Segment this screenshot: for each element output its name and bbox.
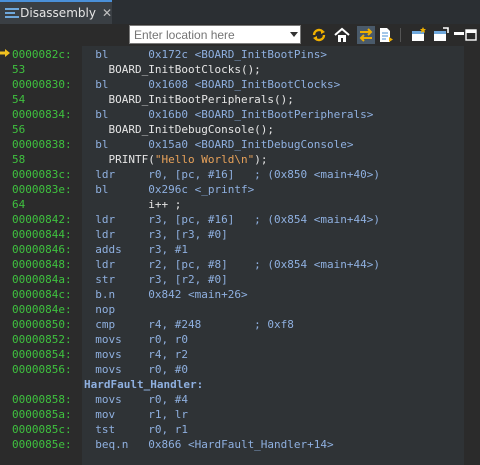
disassembly-view[interactable]: 0000082c: bl 0x172c <BOARD_InitBootPins>… [0,46,480,465]
instruction-line: adds r3, #1 [82,243,188,256]
source-line: BOARD_InitDebugConsole(); [82,123,275,136]
maximize-icon[interactable] [465,26,477,44]
vertical-scrollbar[interactable] [466,46,480,465]
tab-label: Disassembly [20,6,96,20]
instruction-address: 00000844: [12,228,72,241]
refresh-icon[interactable] [310,26,328,44]
instruction-line: cmp r4, #248 ; 0xf8 [82,318,294,331]
instruction-address: 00000830: [12,78,72,91]
instruction-address: 00000850: [12,318,72,331]
source-text: ); [254,153,268,166]
show-source-icon[interactable] [377,26,395,44]
instruction-line: ldr r3, [pc, #16] ; (0x854 <main+44>) [82,213,381,226]
instruction-address: 0000084a: [12,273,72,286]
tab-bar: Disassembly ✕ [0,0,480,24]
source-line: PRINTF("Hello World\n"); [82,152,267,167]
source-line-number: 53 [12,63,26,76]
instruction-line: bl 0x16b0 <BOARD_InitBootPeripherals> [82,108,374,121]
source-text: PRINTF( [82,153,155,166]
instruction-line: str r3, [r2, #0] [82,273,228,286]
instruction-line: mov r1, lr [82,408,188,421]
toolbar-separator [400,28,401,42]
instruction-address: 0000082c: [12,48,72,61]
instruction-address: 0000084e: [12,303,72,316]
instruction-line: bl 0x1608 <BOARD_InitBootClocks> [82,78,341,91]
instruction-address: 0000085c: [12,423,72,436]
instruction-line: movs r4, r2 [82,348,188,361]
instruction-address: 0000085e: [12,438,72,451]
instruction-address: 00000834: [12,108,72,121]
instruction-line: bl 0x296c <_printf> [82,183,255,196]
program-counter-arrow-icon [0,49,10,57]
toolbar [0,24,480,46]
chevron-down-icon[interactable] [290,32,298,37]
open-new-view-icon[interactable] [410,26,428,44]
minimize-icon[interactable] [453,26,465,44]
function-label: HardFault_Handler: [84,378,204,391]
instruction-address: 00000852: [12,333,72,346]
source-line: BOARD_InitBootClocks(); [82,63,261,76]
instruction-line: movs r0, #0 [82,363,188,376]
instruction-line: bl 0x15a0 <BOARD_InitDebugConsole> [82,138,354,151]
instruction-address: 0000084c: [12,288,72,301]
source-line-number: 64 [12,198,26,211]
instruction-address: 00000858: [12,393,72,406]
source-line-number: 56 [12,123,26,136]
location-input[interactable] [129,25,301,44]
instruction-line: ldr r3, [r3, #0] [82,228,228,241]
instruction-line: bl 0x172c <BOARD_InitBootPins> [82,48,328,61]
pin-icon[interactable] [432,26,450,44]
instruction-line: nop [82,303,116,316]
source-line-number: 58 [12,153,26,166]
instruction-address: 00000848: [12,258,72,271]
home-icon[interactable] [333,26,351,44]
disassembly-icon [5,7,19,19]
string-literal: "Hello World\n" [154,153,255,166]
instruction-address: 0000083e: [12,183,72,196]
instruction-address: 00000846: [12,243,72,256]
instruction-line: movs r0, r0 [82,333,188,346]
instruction-line: ldr r0, [pc, #16] ; (0x850 <main+40>) [82,168,381,181]
instruction-line: beq.n 0x866 <HardFault_Handler+14> [82,438,334,451]
source-line: i++ ; [82,198,182,211]
link-with-editor-icon[interactable] [357,26,375,44]
instruction-address: 00000854: [12,348,72,361]
instruction-address: 00000842: [12,213,72,226]
source-line-number: 54 [12,93,26,106]
instruction-line: tst r0, r1 [82,423,188,436]
instruction-address: 00000856: [12,363,72,376]
instruction-address: 0000083c: [12,168,72,181]
instruction-line: b.n 0x842 <main+26> [82,288,248,301]
instruction-address: 0000085a: [12,408,72,421]
tab-disassembly[interactable]: Disassembly ✕ [0,0,112,24]
close-icon[interactable]: ✕ [102,7,112,19]
source-line: BOARD_InitBootPeripherals(); [82,93,294,106]
instruction-line: movs r0, #4 [82,393,188,406]
instruction-address: 00000838: [12,138,72,151]
instruction-line: ldr r2, [pc, #8] ; (0x854 <main+44>) [82,258,381,271]
